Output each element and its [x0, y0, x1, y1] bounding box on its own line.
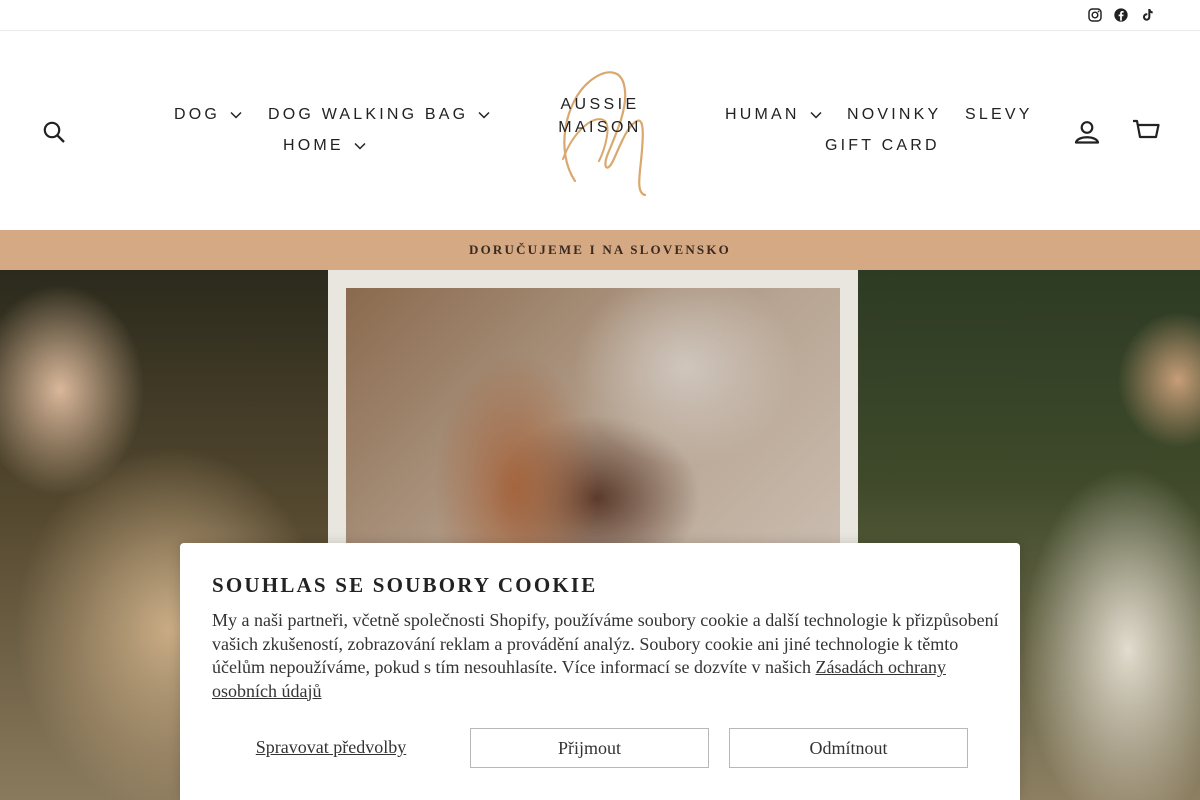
- announcement-text: DORUČUJEME I NA SLOVENSKO: [469, 242, 731, 257]
- facebook-icon[interactable]: [1112, 6, 1130, 24]
- nav-slevy-label: SLEVY: [965, 106, 1033, 123]
- account-icon[interactable]: [1074, 120, 1100, 144]
- nav-home-label: HOME: [283, 137, 344, 154]
- accept-button[interactable]: Přijmout: [470, 728, 709, 768]
- nav-dog-label: DOG: [174, 106, 221, 123]
- social-bar: [0, 0, 1200, 31]
- chevron-down-icon: [478, 111, 490, 119]
- decline-button[interactable]: Odmítnout: [729, 728, 968, 768]
- nav-gift-card[interactable]: GIFT CARD: [825, 135, 940, 157]
- nav-human-label: HUMAN: [725, 106, 800, 123]
- nav-novinky[interactable]: NOVINKY: [847, 104, 941, 126]
- instagram-icon[interactable]: [1086, 6, 1104, 24]
- cookie-body: My a naši partneři, včetně společnosti S…: [212, 609, 1002, 703]
- nav-dog-walking-bag[interactable]: DOG WALKING BAG: [268, 104, 490, 126]
- site-header: DOG DOG WALKING BAG HOME AUSSIE MAISON H…: [0, 31, 1200, 230]
- nav-home[interactable]: HOME: [283, 135, 366, 157]
- search-icon[interactable]: [42, 120, 66, 144]
- nav-human[interactable]: HUMAN: [725, 104, 822, 126]
- manage-preferences-link[interactable]: Spravovat předvolby: [212, 737, 450, 758]
- nav-dog-walking-bag-label: DOG WALKING BAG: [268, 106, 469, 123]
- nav-novinky-label: NOVINKY: [847, 106, 942, 123]
- nav-gift-card-label: GIFT CARD: [825, 137, 940, 154]
- logo-text-line1: AUSSIE: [560, 96, 640, 113]
- nav-dog[interactable]: DOG: [174, 104, 242, 126]
- cart-icon[interactable]: [1132, 117, 1160, 143]
- tiktok-icon[interactable]: [1138, 6, 1156, 24]
- chevron-down-icon: [810, 111, 822, 119]
- cookie-consent-dialog: SOUHLAS SE SOUBORY COOKIE My a naši part…: [180, 543, 1020, 800]
- cookie-title: SOUHLAS SE SOUBORY COOKIE: [212, 573, 598, 597]
- nav-slevy[interactable]: SLEVY: [965, 104, 1033, 126]
- announcement-bar: DORUČUJEME I NA SLOVENSKO: [0, 230, 1200, 270]
- chevron-down-icon: [230, 111, 242, 119]
- chevron-down-icon: [354, 142, 366, 150]
- logo-text-line2: MAISON: [558, 119, 642, 136]
